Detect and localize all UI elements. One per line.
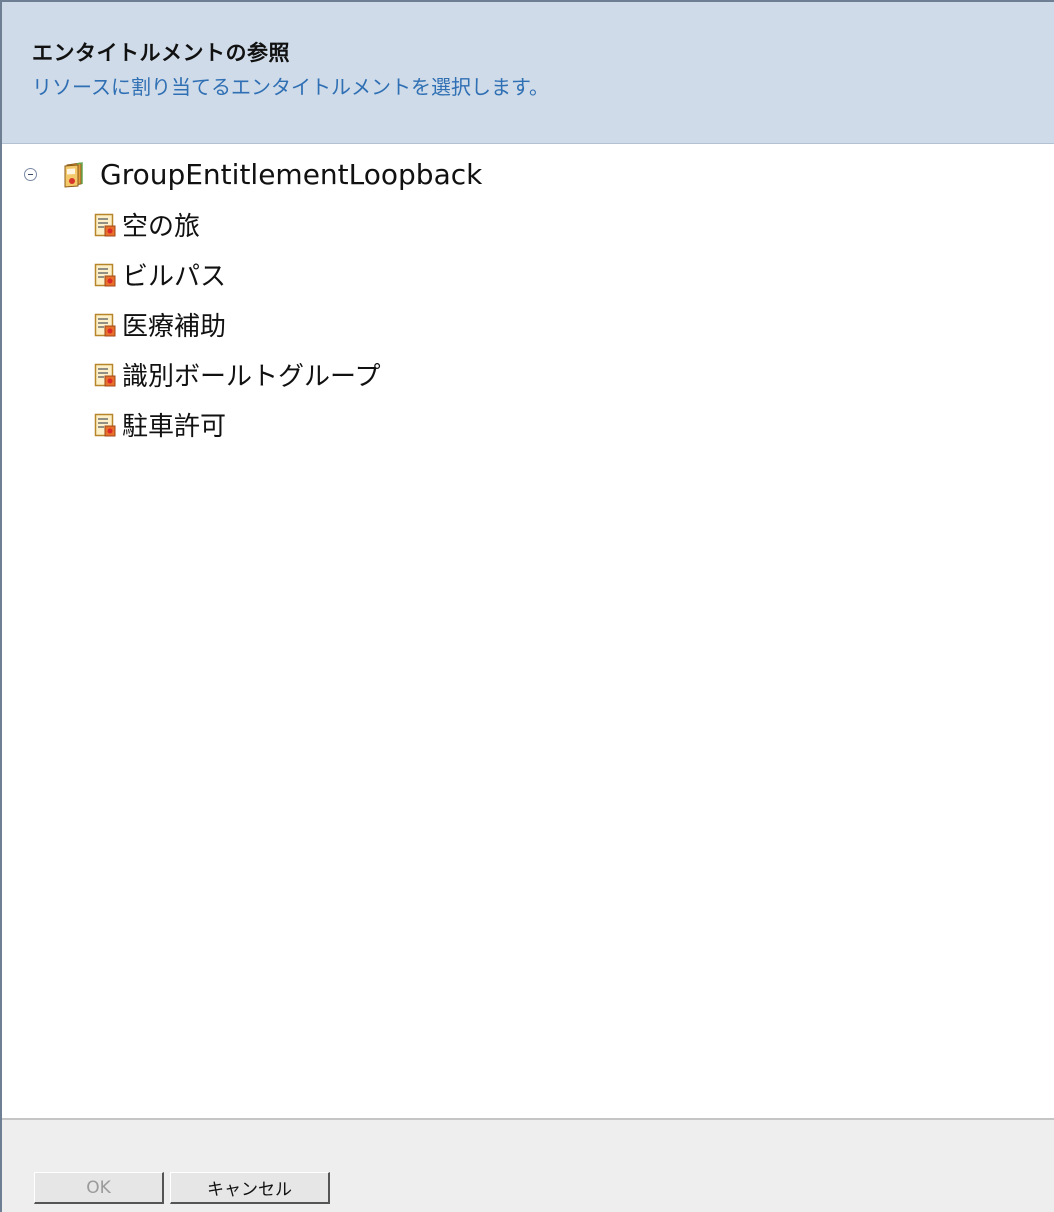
cancel-button[interactable]: キャンセル [170,1172,330,1204]
tree-item-label: ビルパス [122,262,227,292]
tree-root-node: GroupEntitlementLoopback [2,152,1054,198]
tree-item-label: 識別ボールトグループ [122,362,381,392]
dialog-title: エンタイトルメントの参照 [32,41,290,65]
entitlement-icon [94,313,116,338]
collapse-icon[interactable] [24,168,37,181]
tree-root-label[interactable]: GroupEntitlementLoopback [100,158,482,191]
dialog-header: エンタイトルメントの参照 リソースに割り当てるエンタイトルメントを選択します。 [2,2,1054,144]
tree-item-label: 駐車許可 [122,412,227,442]
dialog-footer: OK キャンセル [2,1118,1054,1212]
tree-children: 空の旅 ビルパス 医療補助 識別ボールトグループ 駐車許可 [2,198,1054,448]
entitlement-browse-dialog: エンタイトルメントの参照 リソースに割り当てるエンタイトルメントを選択します。 … [0,0,1054,1212]
tree-item-label: 医療補助 [122,312,227,342]
ok-button[interactable]: OK [34,1172,164,1204]
entitlement-icon [94,363,116,388]
tree-item[interactable]: 医療補助 [2,298,1054,348]
entitlement-icon [94,413,116,438]
entitlement-icon [94,213,116,238]
entitlement-icon [94,263,116,288]
tree-item[interactable]: 空の旅 [2,198,1054,248]
tree-item[interactable]: ビルパス [2,248,1054,298]
entitlement-tree: GroupEntitlementLoopback 空の旅 ビルパス 医療補助 識… [2,152,1054,448]
dialog-subtitle: リソースに割り当てるエンタイトルメントを選択します。 [32,75,549,99]
tree-item-label: 空の旅 [122,212,201,242]
entitlement-folder-icon [62,162,84,188]
tree-item[interactable]: 識別ボールトグループ [2,348,1054,398]
tree-item[interactable]: 駐車許可 [2,398,1054,448]
